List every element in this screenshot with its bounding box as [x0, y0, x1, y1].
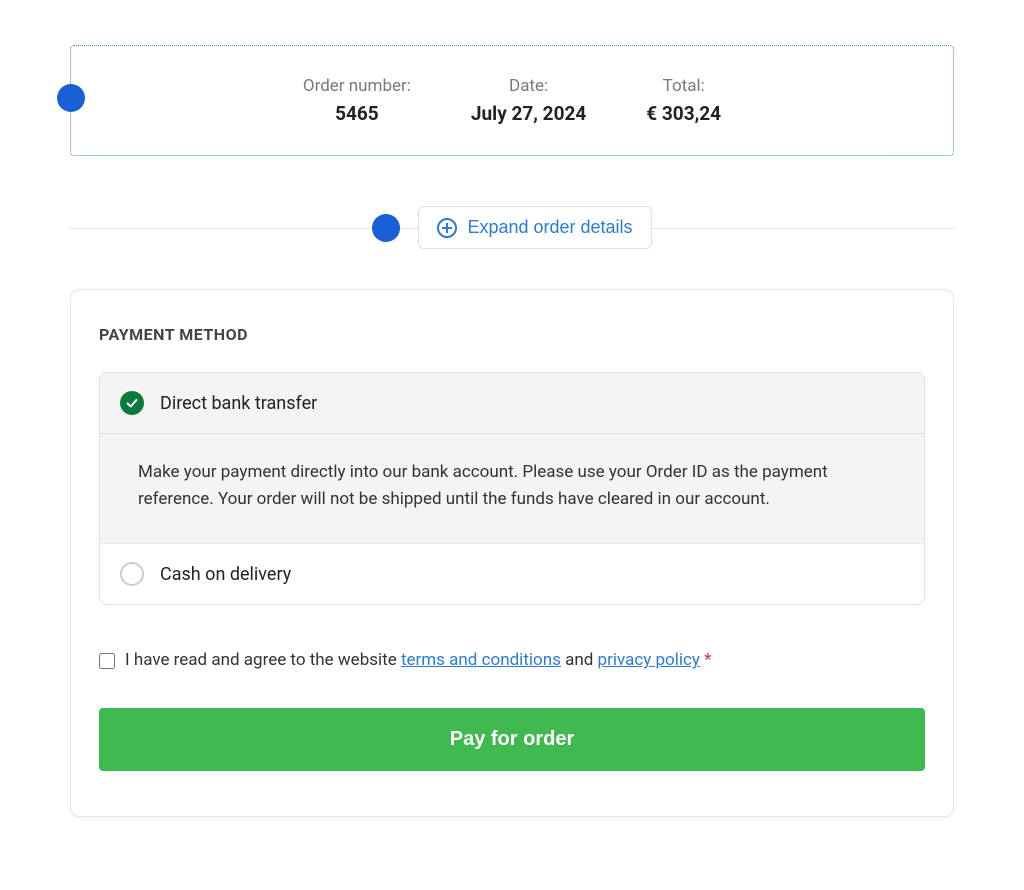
required-asterisk: *: [700, 650, 712, 670]
terms-agreement-row: I have read and agree to the website ter…: [99, 650, 925, 670]
payment-option-label: Cash on delivery: [160, 564, 291, 585]
payment-option-cash-on-delivery[interactable]: Cash on delivery: [100, 544, 924, 604]
payment-method-card: PAYMENT METHOD Direct bank transfer Make…: [70, 289, 954, 817]
summary-item-order-number: Order number: 5465: [303, 76, 411, 125]
expand-button-label: Expand order details: [467, 217, 632, 238]
decoration-dot-icon: [372, 214, 400, 242]
radio-selected-icon: [120, 391, 144, 415]
payment-option-label: Direct bank transfer: [160, 393, 317, 414]
expand-order-details-button[interactable]: Expand order details: [418, 206, 651, 249]
summary-item-total: Total: € 303,24: [646, 76, 721, 125]
privacy-policy-link[interactable]: privacy policy: [598, 650, 700, 670]
date-value: July 27, 2024: [471, 102, 586, 125]
total-label: Total:: [646, 76, 721, 96]
terms-agree-checkbox[interactable]: [99, 653, 115, 669]
agree-prefix: I have read and agree to the website: [125, 650, 401, 670]
expand-divider-row: Expand order details: [70, 206, 954, 249]
order-summary-box: Order number: 5465 Date: July 27, 2024 T…: [70, 45, 954, 156]
terms-agree-text: I have read and agree to the website ter…: [125, 650, 712, 670]
date-label: Date:: [471, 76, 586, 96]
order-number-value: 5465: [303, 102, 411, 125]
terms-and-conditions-link[interactable]: terms and conditions: [401, 650, 561, 670]
radio-unselected-icon: [120, 562, 144, 586]
payment-methods-list: Direct bank transfer Make your payment d…: [99, 372, 925, 605]
total-value: € 303,24: [646, 102, 721, 125]
order-number-label: Order number:: [303, 76, 411, 96]
pay-for-order-button[interactable]: Pay for order: [99, 708, 925, 771]
decoration-dot-icon: [57, 84, 85, 112]
payment-option-bank-transfer[interactable]: Direct bank transfer: [100, 373, 924, 434]
summary-item-date: Date: July 27, 2024: [471, 76, 586, 125]
agree-middle: and: [561, 650, 598, 670]
payment-method-heading: PAYMENT METHOD: [99, 325, 925, 344]
plus-circle-icon: [437, 218, 457, 238]
payment-option-description: Make your payment directly into our bank…: [100, 434, 924, 544]
